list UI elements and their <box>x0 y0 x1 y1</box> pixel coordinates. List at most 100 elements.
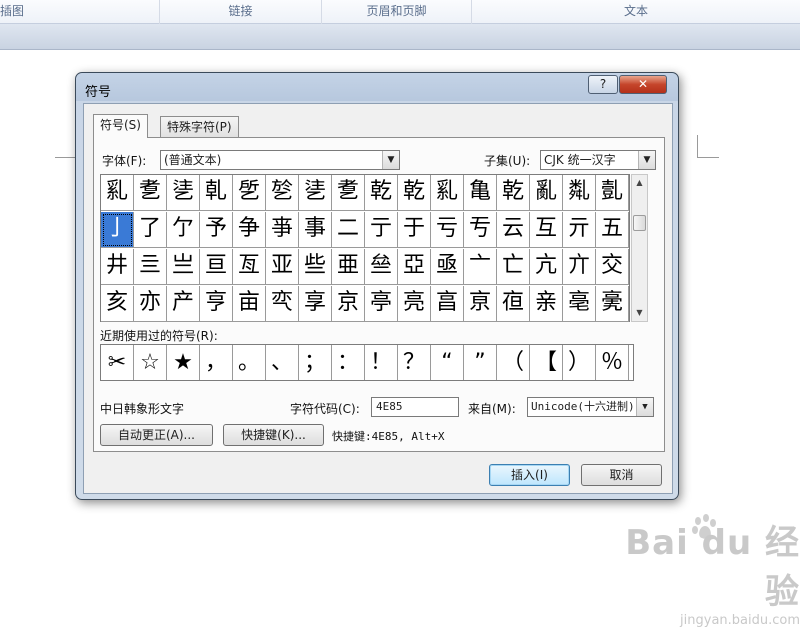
recent-symbol-cell[interactable]: ； <box>299 345 332 380</box>
symbol-cell[interactable]: 亳 <box>563 286 596 322</box>
symbol-cell[interactable]: 乽 <box>134 175 167 211</box>
symbol-cell[interactable]: 予 <box>200 212 233 248</box>
symbol-cell[interactable]: 亓 <box>563 212 596 248</box>
symbol-grid-scrollbar[interactable]: ▲ ▼ <box>631 174 648 322</box>
symbol-cell[interactable]: 互 <box>530 212 563 248</box>
symbol-cell[interactable]: 亢 <box>530 249 563 285</box>
symbol-cell[interactable]: 亭 <box>365 286 398 322</box>
symbol-cell[interactable]: 享 <box>299 286 332 322</box>
symbol-cell[interactable]: 亜 <box>332 249 365 285</box>
chevron-down-icon[interactable]: ▼ <box>638 151 655 169</box>
recent-symbol-cell[interactable]: ✂ <box>101 345 134 380</box>
symbol-cell[interactable]: 亙 <box>233 249 266 285</box>
symbol-cell[interactable]: 乿 <box>431 175 464 211</box>
symbol-cell[interactable]: 亚 <box>266 249 299 285</box>
chevron-down-icon[interactable]: ▼ <box>636 398 653 416</box>
symbol-cell[interactable]: 亱 <box>497 286 530 322</box>
symbol-cell[interactable]: 亦 <box>134 286 167 322</box>
recent-symbol-cell[interactable]: ” <box>464 345 497 380</box>
recent-symbol-cell[interactable]: ， <box>200 345 233 380</box>
symbol-cell[interactable]: 亝 <box>365 249 398 285</box>
recent-symbol-cell[interactable]: ： <box>332 345 365 380</box>
tab-symbols[interactable]: 符号(S) <box>93 114 148 138</box>
symbol-cell[interactable]: 产 <box>167 286 200 322</box>
symbol-cell[interactable]: 亘 <box>200 249 233 285</box>
chevron-down-icon[interactable]: ▼ <box>382 151 399 169</box>
symbol-cell[interactable]: 亊 <box>266 212 299 248</box>
symbol-cell[interactable]: 于 <box>398 212 431 248</box>
symbol-cell[interactable]: 亄 <box>596 175 629 211</box>
symbol-cell[interactable]: 亴 <box>596 286 629 322</box>
symbol-cell[interactable]: 亂 <box>530 175 563 211</box>
symbol-cell[interactable]: 亨 <box>200 286 233 322</box>
symbol-cell[interactable]: 乺 <box>233 175 266 211</box>
symbol-cell[interactable]: 亗 <box>167 249 200 285</box>
symbol-cell[interactable]: 乻 <box>266 175 299 211</box>
subset-select[interactable]: CJK 统一汉字 ▼ <box>540 150 656 170</box>
symbol-cell[interactable]: 亏 <box>431 212 464 248</box>
symbol-cell[interactable]: 亠 <box>464 249 497 285</box>
shortcut-key-button[interactable]: 快捷键(K)... <box>223 424 324 446</box>
recent-symbol-cell[interactable]: ☆ <box>134 345 167 380</box>
symbol-cell[interactable]: 云 <box>497 212 530 248</box>
symbol-cell[interactable]: 亍 <box>365 212 398 248</box>
symbol-cell[interactable]: 井 <box>101 249 134 285</box>
autocorrect-button[interactable]: 自动更正(A)... <box>100 424 213 446</box>
recent-symbol-cell[interactable]: ！ <box>365 345 398 380</box>
symbol-cell[interactable]: 乾 <box>365 175 398 211</box>
symbol-cell[interactable]: 乾 <box>497 175 530 211</box>
symbol-cell[interactable]: 乼 <box>299 175 332 211</box>
symbol-cell[interactable]: 亟 <box>431 249 464 285</box>
symbol-cell[interactable]: 亞 <box>398 249 431 285</box>
scroll-thumb[interactable] <box>633 215 646 231</box>
symbol-cell[interactable]: 五 <box>596 212 629 248</box>
symbol-cell[interactable]: 事 <box>299 212 332 248</box>
symbol-cell[interactable]: 亲 <box>530 286 563 322</box>
symbol-cell[interactable]: 亪 <box>266 286 299 322</box>
symbol-cell[interactable]: 二 <box>332 212 365 248</box>
recent-symbol-cell[interactable]: “ <box>431 345 464 380</box>
symbol-cell-selected[interactable]: 亅 <box>101 212 134 248</box>
symbol-cell[interactable]: 乽 <box>332 175 365 211</box>
symbol-cell[interactable]: 亰 <box>464 286 497 322</box>
ribbon-group-header-footer: 页眉和页脚 <box>322 0 472 24</box>
recent-symbol-cell[interactable]: ★ <box>167 345 200 380</box>
symbol-cell[interactable]: 争 <box>233 212 266 248</box>
insert-button[interactable]: 插入(I) <box>489 464 570 486</box>
symbol-cell[interactable]: 些 <box>299 249 332 285</box>
recent-symbol-cell[interactable]: ） <box>563 345 596 380</box>
symbol-cell[interactable]: 亣 <box>563 249 596 285</box>
recent-symbol-cell[interactable]: 、 <box>266 345 299 380</box>
symbol-cell[interactable]: 亇 <box>167 212 200 248</box>
recent-symbol-cell[interactable]: 。 <box>233 345 266 380</box>
recent-symbol-cell[interactable]: （ <box>497 345 530 380</box>
close-button[interactable]: ✕ <box>619 75 667 94</box>
symbol-cell[interactable]: 亐 <box>464 212 497 248</box>
recent-symbol-cell[interactable]: ？ <box>398 345 431 380</box>
char-code-input[interactable]: 4E85 <box>371 397 459 417</box>
symbol-cell[interactable]: 乹 <box>200 175 233 211</box>
scroll-down-arrow-icon[interactable]: ▼ <box>632 305 647 321</box>
symbol-cell[interactable]: 京 <box>332 286 365 322</box>
symbol-cell[interactable]: 亀 <box>464 175 497 211</box>
symbol-cell[interactable]: 亯 <box>431 286 464 322</box>
symbol-cell[interactable]: 乿 <box>101 175 134 211</box>
recent-symbol-cell[interactable]: ％ <box>596 345 629 380</box>
help-button[interactable]: ? <box>588 75 618 94</box>
cancel-button[interactable]: 取消 <box>581 464 662 486</box>
symbol-cell[interactable]: 乾 <box>398 175 431 211</box>
symbol-cell[interactable]: 了 <box>134 212 167 248</box>
recent-symbol-cell[interactable]: 【 <box>530 345 563 380</box>
tab-special-characters[interactable]: 特殊字符(P) <box>160 116 239 137</box>
symbol-cell[interactable]: 亩 <box>233 286 266 322</box>
symbol-cell[interactable]: 乼 <box>167 175 200 211</box>
symbol-cell[interactable]: 亡 <box>497 249 530 285</box>
symbol-cell[interactable]: 亃 <box>563 175 596 211</box>
symbol-cell[interactable]: 亖 <box>134 249 167 285</box>
symbol-cell[interactable]: 亮 <box>398 286 431 322</box>
scroll-up-arrow-icon[interactable]: ▲ <box>632 175 647 191</box>
from-select[interactable]: Unicode(十六进制) ▼ <box>527 397 654 417</box>
symbol-cell[interactable]: 交 <box>596 249 629 285</box>
symbol-cell[interactable]: 亥 <box>101 286 134 322</box>
font-select[interactable]: (普通文本) ▼ <box>160 150 400 170</box>
